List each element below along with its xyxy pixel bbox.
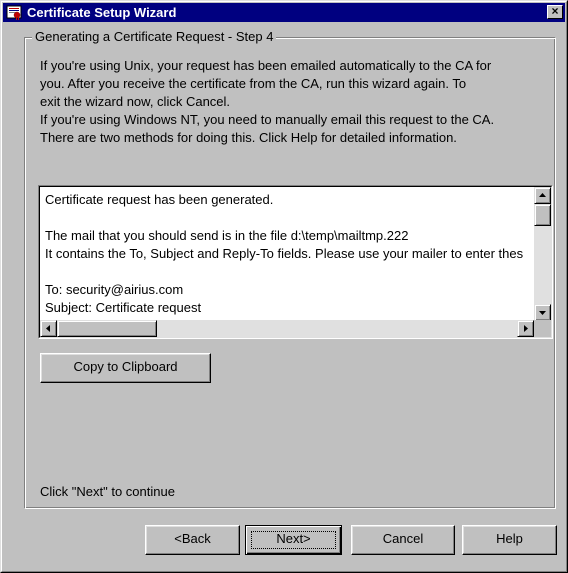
cancel-button[interactable]: Cancel: [351, 525, 455, 555]
help-button-label: Help: [496, 531, 523, 546]
instruction-line: There are two methods for doing this. Cl…: [40, 130, 457, 145]
textarea-line: Certificate request has been generated.: [45, 192, 274, 207]
arrow-down-icon: [539, 311, 546, 315]
instruction-line: If you're using Windows NT, you need to …: [40, 112, 495, 127]
textarea-line: [45, 209, 523, 227]
help-button[interactable]: Help: [462, 525, 557, 555]
arrow-up-icon: [539, 193, 546, 197]
instruction-line: you. After you receive the certificate f…: [40, 76, 467, 91]
close-icon: ×: [551, 4, 559, 18]
window-title: Certificate Setup Wizard: [27, 5, 177, 20]
horizontal-scroll-thumb[interactable]: [57, 320, 157, 337]
scroll-down-button[interactable]: [534, 304, 551, 321]
next-button[interactable]: Next>: [245, 525, 342, 555]
request-textarea[interactable]: Certificate request has been generated. …: [38, 185, 553, 339]
instruction-line: exit the wizard now, click Cancel.: [40, 94, 231, 109]
arrow-right-icon: [524, 325, 528, 332]
title-bar[interactable]: Certificate Setup Wizard ×: [3, 3, 565, 22]
textarea-line: [45, 263, 523, 281]
textarea-line: It contains the To, Subject and Reply-To…: [45, 246, 523, 261]
instructions-text: If you're using Unix, your request has b…: [40, 57, 552, 147]
wizard-window: Certificate Setup Wizard × Generating a …: [0, 0, 568, 573]
scroll-right-button[interactable]: [517, 320, 534, 337]
step-title: Generating a Certificate Request - Step …: [32, 29, 277, 45]
vertical-scrollbar[interactable]: [534, 187, 551, 321]
scroll-up-button[interactable]: [534, 187, 551, 204]
textarea-line: The mail that you should send is in the …: [45, 228, 409, 243]
textarea-line: Subject: Certificate request: [45, 300, 202, 315]
next-button-label: Next>: [276, 531, 311, 546]
scroll-corner: [534, 320, 551, 337]
certificate-icon: [6, 4, 22, 20]
textarea-line: To: security@airius.com: [45, 282, 184, 297]
vertical-scroll-thumb[interactable]: [534, 204, 551, 226]
copy-to-clipboard-button[interactable]: Copy to Clipboard: [40, 353, 211, 383]
cancel-button-label: Cancel: [382, 531, 424, 546]
scroll-left-button[interactable]: [40, 320, 57, 337]
close-button[interactable]: ×: [547, 5, 563, 19]
instruction-line: If you're using Unix, your request has b…: [40, 58, 492, 73]
copy-button-label: Copy to Clipboard: [73, 359, 178, 374]
textarea-frame: Certificate request has been generated. …: [39, 186, 552, 338]
textarea-content[interactable]: Certificate request has been generated. …: [45, 191, 523, 317]
horizontal-scrollbar[interactable]: [40, 320, 534, 337]
back-button[interactable]: <Back: [145, 525, 240, 555]
arrow-left-icon: [46, 325, 50, 332]
status-text: Click "Next" to continue: [40, 484, 175, 499]
back-button-label: <Back: [174, 531, 211, 546]
